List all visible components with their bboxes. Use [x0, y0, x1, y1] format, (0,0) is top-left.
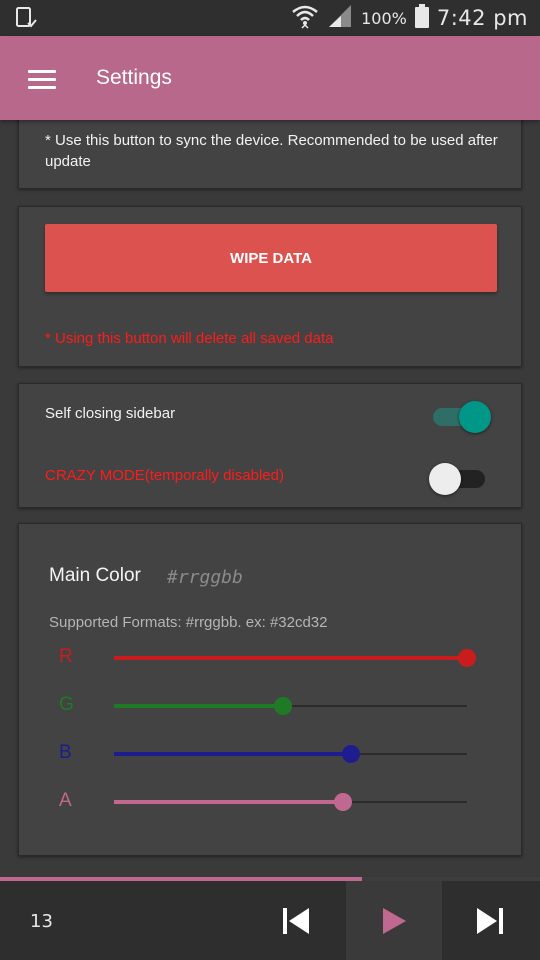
hamburger-menu-icon[interactable]: [20, 60, 60, 96]
slider-letter: B: [59, 742, 72, 763]
player-bar: 13: [0, 877, 540, 960]
slider-fill: [114, 704, 284, 708]
play-button[interactable]: [346, 881, 442, 960]
crazy-mode-label: CRAZY MODE(temporally disabled): [45, 467, 284, 484]
wipe-data-button[interactable]: WIPE DATA: [45, 224, 497, 292]
slider-thumb[interactable]: [341, 745, 360, 763]
skip-previous-icon: [283, 907, 309, 934]
wipe-card: WIPE DATA * Using this button will delet…: [18, 206, 522, 367]
app-bar: Settings: [0, 36, 540, 120]
switch-thumb: [459, 401, 491, 433]
slider-fill: [114, 752, 351, 756]
hex-color-input[interactable]: [167, 564, 287, 590]
page-title: Settings: [96, 66, 172, 89]
play-icon: [383, 907, 406, 934]
slider-letter: A: [59, 790, 72, 811]
battery-icon: [414, 3, 429, 33]
slider-letter: G: [59, 694, 74, 715]
slider-thumb[interactable]: [334, 793, 353, 811]
color-card: Main Color Supported Formats: #rrggbb. e…: [18, 523, 522, 856]
skip-next-icon: [477, 907, 503, 934]
slider-thumb[interactable]: [458, 649, 476, 667]
wifi-icon: [291, 3, 319, 34]
self-closing-sidebar-switch[interactable]: [431, 399, 491, 433]
slider-fill: [114, 656, 467, 660]
crazy-mode-switch[interactable]: [429, 461, 489, 495]
skip-next-button[interactable]: [442, 881, 538, 960]
wipe-warning: * Using this button will delete all save…: [45, 330, 334, 347]
color-slider-g[interactable]: G: [19, 691, 523, 721]
color-slider-r[interactable]: R: [19, 643, 523, 673]
main-color-label: Main Color: [49, 565, 141, 586]
device-check-icon: [14, 6, 38, 35]
color-slider-a[interactable]: A: [19, 787, 523, 817]
slider-letter: R: [59, 646, 73, 667]
slider-fill: [114, 800, 344, 804]
self-closing-sidebar-label: Self closing sidebar: [45, 405, 176, 422]
switch-thumb: [429, 463, 461, 495]
status-bar: 100% 7:42 pm: [0, 0, 540, 36]
slider-thumb[interactable]: [274, 697, 293, 715]
supported-formats-text: Supported Formats: #rrggbb. ex: #32cd32: [49, 614, 328, 631]
clock: 7:42 pm: [436, 6, 528, 30]
battery-percent: 100%: [361, 8, 407, 28]
toggles-card: Self closing sidebar CRAZY MODE(temporal…: [18, 383, 522, 508]
sync-note: * Use this button to sync the device. Re…: [45, 132, 498, 170]
track-number: 13: [30, 911, 53, 932]
skip-previous-button[interactable]: [248, 881, 344, 960]
color-slider-b[interactable]: B: [19, 739, 523, 769]
signal-icon: [327, 3, 353, 34]
